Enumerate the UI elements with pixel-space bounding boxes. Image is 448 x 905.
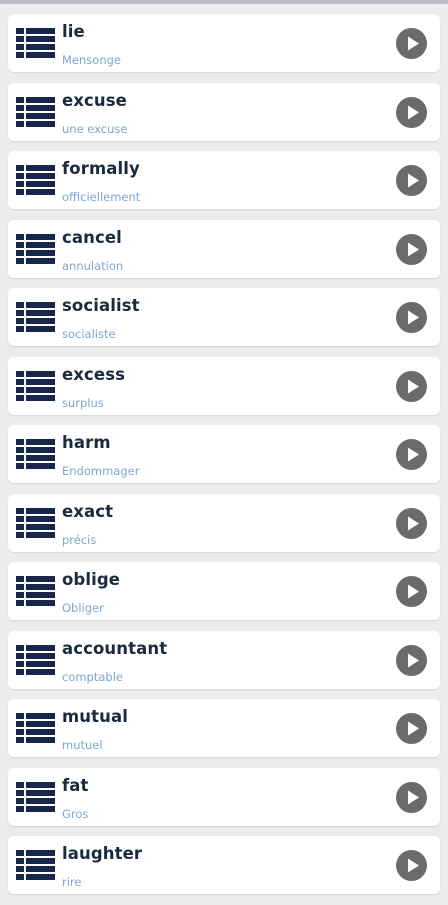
vocab-word: fat [62,775,89,795]
list-icon [16,849,55,881]
vocab-translation: surplus [62,395,104,410]
vocab-translation: précis [62,532,97,547]
vocab-card[interactable]: cancel annulation [8,219,440,278]
play-button[interactable] [396,781,427,813]
vocab-translation: annulation [62,258,124,273]
play-icon [408,721,419,736]
list-icon [16,507,55,539]
vocabulary-list: lie Mensonge excuse une excuse formally … [8,14,440,905]
play-icon [408,447,419,462]
play-button[interactable] [396,713,427,744]
vocab-word: exact [62,501,114,521]
play-button[interactable] [396,370,427,402]
play-button[interactable] [396,165,427,196]
vocab-word: socialist [62,296,140,315]
vocab-word: formally [62,159,140,178]
top-divider [0,0,448,4]
list-icon [16,575,55,607]
play-button[interactable] [396,96,427,128]
list-icon [16,96,55,128]
play-button[interactable] [396,439,427,470]
vocab-card[interactable]: lie Mensonge [8,14,440,72]
vocab-word: oblige [62,570,121,589]
vocab-card[interactable]: exact précis [8,493,440,552]
list-icon [16,644,55,676]
play-icon [408,790,419,804]
play-icon [408,858,419,873]
list-icon [16,370,55,402]
play-button[interactable] [396,576,427,607]
vocab-card[interactable]: excuse une excuse [8,82,440,141]
vocab-translation: Gros [62,806,89,821]
vocab-card[interactable]: harm Endommager [8,425,440,483]
vocab-word: accountant [62,638,168,658]
vocab-translation: une excuse [62,121,128,136]
vocab-word: harm [62,433,111,452]
play-button[interactable] [396,507,427,539]
vocab-card[interactable]: formally officiellement [8,151,440,209]
vocab-word: mutual [62,707,128,726]
vocab-translation: socialiste [62,327,116,341]
list-icon [16,712,55,744]
list-icon [16,301,55,333]
vocab-card[interactable]: socialist socialiste [8,288,440,346]
vocab-card[interactable]: excess surplus [8,356,440,415]
vocab-word: lie [62,22,85,41]
play-icon [408,105,419,119]
play-icon [408,584,419,599]
vocab-card[interactable]: laughter rire [8,836,440,894]
vocab-translation: comptable [62,669,123,684]
play-button[interactable] [396,233,427,265]
list-icon [16,164,55,196]
vocab-translation: Endommager [62,464,140,478]
play-button[interactable] [396,28,427,59]
play-button[interactable] [396,302,427,333]
play-icon [408,516,419,530]
vocab-card[interactable]: fat Gros [8,767,440,826]
play-icon [408,310,419,325]
list-icon [16,27,55,59]
play-icon [408,36,419,51]
play-icon [408,242,419,256]
play-button[interactable] [396,644,427,676]
vocab-translation: officiellement [62,190,141,204]
list-icon [16,781,55,813]
play-button[interactable] [396,850,427,881]
vocab-translation: Obliger [62,601,104,615]
play-icon [408,379,419,393]
vocab-word: cancel [62,227,122,247]
list-icon [16,233,55,265]
list-icon [16,438,55,470]
vocab-translation: mutuel [62,738,103,752]
vocab-card[interactable]: mutual mutuel [8,699,440,757]
play-icon [408,653,419,667]
vocab-word: excuse [62,90,127,110]
vocab-word: laughter [62,844,143,863]
vocab-translation: rire [62,875,82,889]
vocab-translation: Mensonge [62,53,121,67]
play-icon [408,173,419,188]
vocab-card[interactable]: accountant comptable [8,630,440,689]
vocab-word: excess [62,364,126,384]
vocab-card[interactable]: oblige Obliger [8,562,440,620]
